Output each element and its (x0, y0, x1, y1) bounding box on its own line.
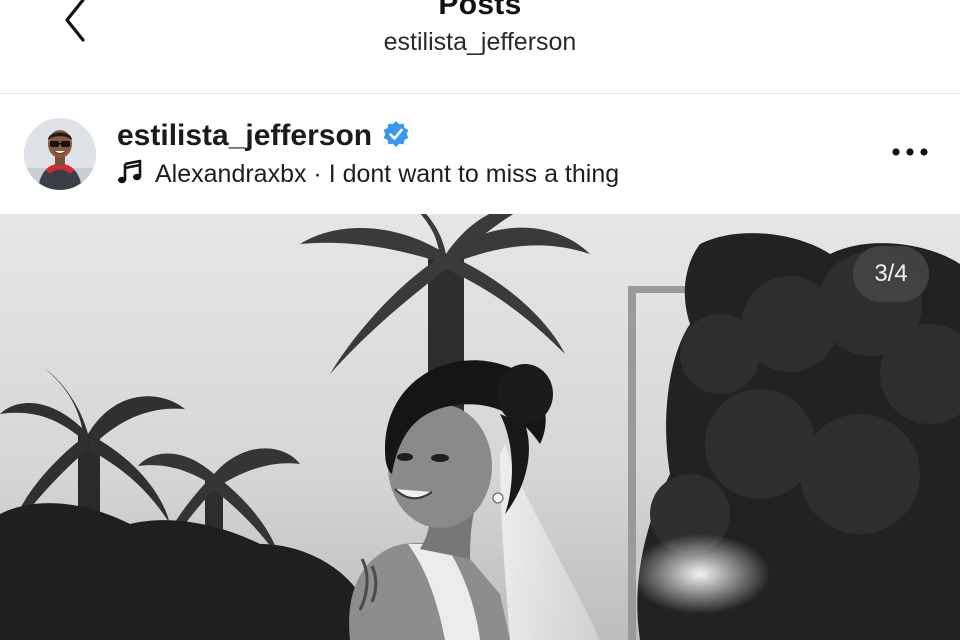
top-nav-bar: Posts estilista_jefferson (0, 0, 960, 94)
post-header: estilista_jefferson Alexandraxbx · I don… (0, 94, 960, 213)
more-horizontal-icon (891, 144, 929, 162)
page-subtitle: estilista_jefferson (383, 28, 577, 56)
audio-track-row[interactable]: Alexandraxbx · I dont want to miss a thi… (117, 156, 619, 192)
music-note-icon (117, 159, 143, 190)
avatar[interactable] (24, 118, 96, 190)
post-image[interactable] (0, 214, 960, 640)
media-counter-badge: 3/4 (853, 246, 929, 302)
username-row: estilista_jefferson (117, 116, 410, 156)
page-title: Posts (438, 0, 522, 21)
more-options-button[interactable] (890, 140, 930, 166)
audio-track-label: Alexandraxbx · I dont want to miss a thi… (155, 159, 620, 188)
username-link[interactable]: estilista_jefferson (117, 119, 372, 153)
verified-badge-icon (382, 120, 410, 153)
